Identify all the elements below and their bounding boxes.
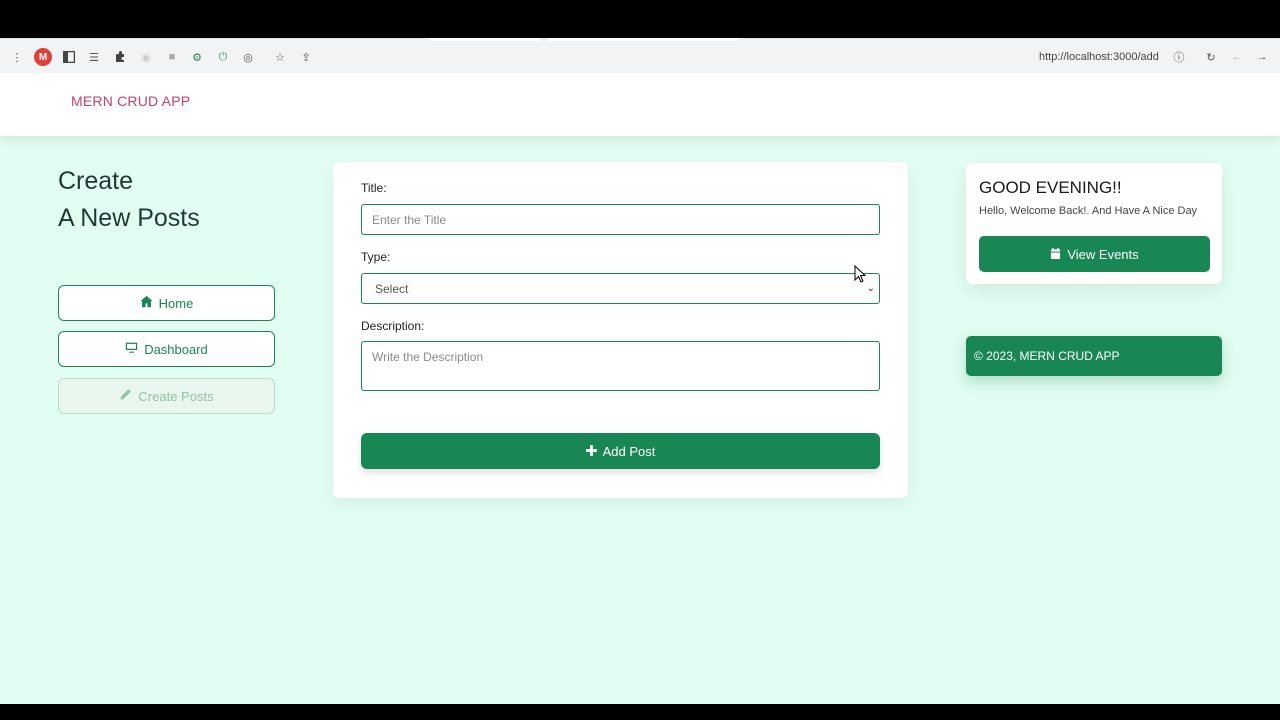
extension-icon[interactable]: ■ [165, 50, 179, 64]
type-select[interactable]: Select ⌄ [361, 273, 880, 304]
chevron-down-icon: ⌄ [866, 283, 875, 294]
active-tab-hint [548, 38, 738, 41]
greeting-subtitle: Hello, Welcome Back!. And Have A Nice Da… [979, 205, 1198, 217]
page-content: MERN CRUD APP Create A New Posts Home Da… [0, 73, 1280, 704]
view-events-label: View Events [1067, 246, 1139, 262]
sidebar-item-label: Create Posts [138, 388, 214, 404]
footer-copyright: © 2023, MERN CRUD APP [966, 336, 1222, 376]
create-post-form: Title: Type: Select ⌄ Description: Add P… [333, 162, 908, 498]
extension-icon[interactable]: ⚙ [190, 50, 204, 64]
add-post-button[interactable]: Add Post [361, 433, 880, 469]
type-select-value: Select [375, 281, 409, 296]
sidebar-item-dashboard[interactable]: Dashboard [58, 331, 275, 367]
greeting-card: GOOD EVENING!! Hello, Welcome Back!. And… [966, 163, 1222, 284]
sidebar-item-home[interactable]: Home [58, 285, 275, 321]
page-title-line2: A New Posts [58, 204, 200, 232]
title-input[interactable] [361, 204, 880, 235]
reload-icon[interactable]: ↻ [1204, 50, 1218, 64]
description-textarea[interactable] [361, 341, 880, 391]
navbar: MERN CRUD APP [0, 73, 1280, 136]
star-icon[interactable]: ☆ [273, 50, 287, 64]
page-title-line1: Create [58, 167, 134, 195]
title-label: Title: [361, 181, 387, 195]
type-label: Type: [361, 250, 391, 264]
monitor-icon [125, 341, 138, 357]
share-icon[interactable]: ⇪ [299, 50, 313, 64]
power-icon[interactable]: ⏻ [216, 50, 230, 64]
pencil-icon [119, 388, 132, 404]
page-title: Create A New Posts [58, 163, 200, 237]
calendar-icon [1050, 247, 1061, 262]
menu-dots-icon[interactable]: ⋮ [10, 50, 24, 64]
screen-frame: ⋮ M ☰ ◉ ■ ⚙ ⏻ ◎ ☆ ⇪ http://localhost:300… [0, 0, 1280, 720]
info-icon[interactable]: ⓘ [1172, 50, 1186, 64]
brand-link[interactable]: MERN CRUD APP [71, 93, 190, 109]
greeting-title: GOOD EVENING!! [979, 178, 1122, 197]
home-icon [140, 295, 153, 311]
sidebar-icon[interactable] [62, 50, 76, 64]
sidebar-item-create-posts[interactable]: Create Posts [58, 378, 275, 414]
description-label: Description: [361, 319, 425, 333]
view-events-button[interactable]: View Events [979, 236, 1210, 272]
puzzle-icon[interactable] [113, 50, 127, 64]
add-post-label: Add Post [602, 443, 656, 459]
address-bar-url[interactable]: http://localhost:3000/add [1039, 51, 1159, 63]
profile-icon[interactable]: M [34, 48, 52, 66]
plus-icon [585, 444, 597, 459]
forward-icon[interactable]: → [1255, 50, 1269, 64]
sidebar-item-label: Dashboard [144, 341, 208, 357]
tab-strip-hint [430, 38, 540, 41]
list-icon[interactable]: ☰ [87, 50, 101, 64]
sidebar-item-label: Home [158, 295, 194, 311]
circle-icon[interactable]: ◎ [241, 50, 255, 64]
mouse-cursor-icon [854, 265, 866, 283]
extension-icon[interactable]: ◉ [139, 50, 153, 64]
back-icon[interactable]: ← [1230, 50, 1244, 64]
